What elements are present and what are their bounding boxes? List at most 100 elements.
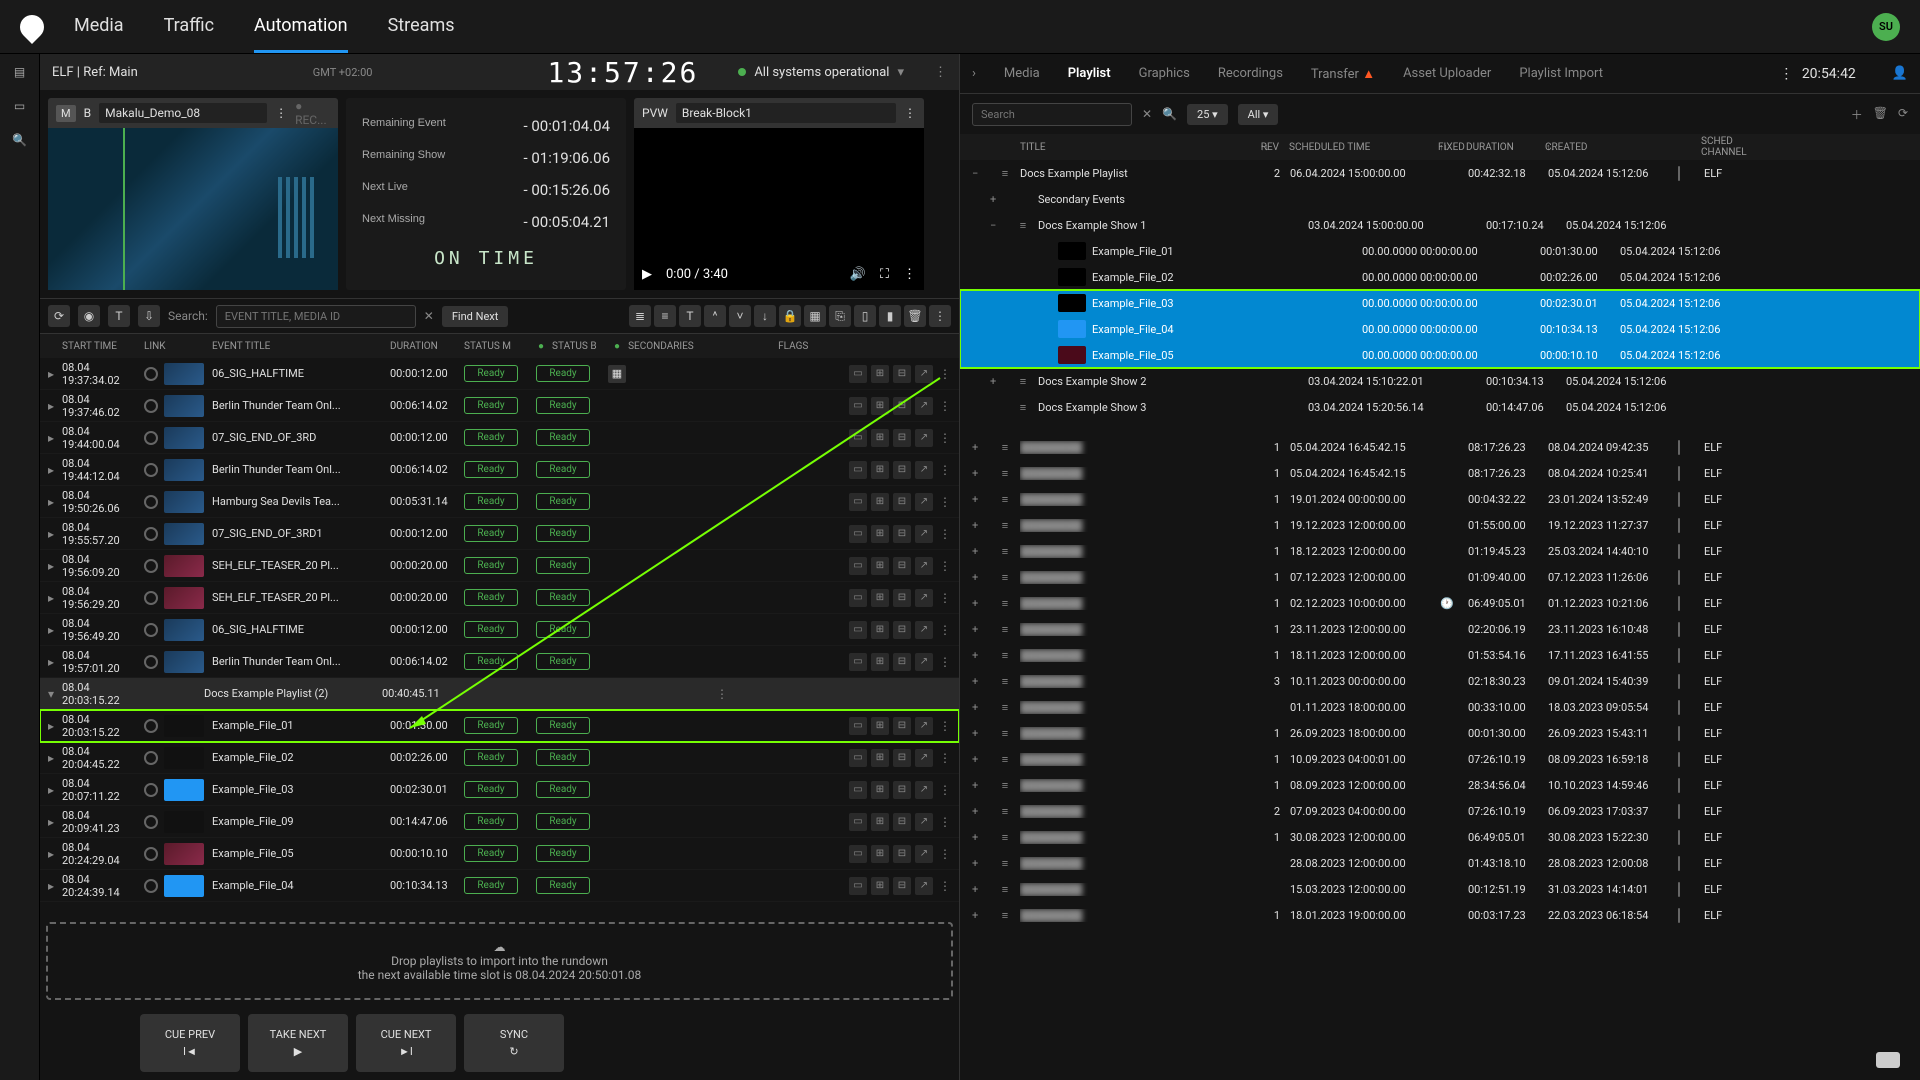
playlist-row[interactable]: ≡Docs Example Show 303.04.2024 15:20:56.… (960, 394, 1920, 420)
expand-icon[interactable]: ▸ (48, 367, 62, 381)
expand-icon[interactable]: + (972, 597, 990, 610)
rundown-row[interactable]: ▸08.04 19:55:57.2007_SIG_END_OF_3RD100:0… (40, 518, 959, 550)
drop-zone[interactable]: ☁ Drop playlists to import into the rund… (46, 922, 953, 1000)
download-icon[interactable]: ⇩ (138, 305, 160, 327)
more-icon[interactable]: ⋮ (939, 399, 951, 413)
expand-icon[interactable]: + (972, 909, 990, 922)
rundown-row[interactable]: ▸08.04 20:24:39.14Example_File_0400:10:3… (40, 870, 959, 902)
right-tab-transfer[interactable]: Transfer ▲ (1311, 66, 1375, 82)
playlist-row[interactable]: +≡████████118.11.2023 12:00:00.0001:53:5… (960, 642, 1920, 668)
playlist-row[interactable]: Example_File_0400.00.0000 00:00:00.0000:… (960, 316, 1920, 342)
flag-icon[interactable]: ▭ (849, 845, 867, 863)
playlist-row[interactable]: +≡████████123.11.2023 12:00:00.0002:20:0… (960, 616, 1920, 642)
row-action-icon[interactable]: ⊟ (893, 461, 911, 479)
row-action-icon[interactable]: ⊟ (893, 877, 911, 895)
expand-icon[interactable]: + (990, 375, 1008, 388)
checkbox[interactable] (1678, 570, 1680, 585)
more-icon[interactable]: ⋮ (939, 463, 951, 477)
rundown-row[interactable]: ▸08.04 19:56:09.20SEH_ELF_TEASER_20 Pl..… (40, 550, 959, 582)
playlist-row[interactable]: +≡████████119.01.2024 00:00:00.0000:04:3… (960, 486, 1920, 512)
row-action-icon[interactable]: ⊞ (871, 877, 889, 895)
text-icon[interactable]: T (108, 305, 130, 327)
row-action-icon[interactable]: ↗ (915, 877, 933, 895)
cue-prev-button[interactable]: CUE PREVI◄ (140, 1014, 240, 1072)
rundown-row[interactable]: ▸08.04 20:09:41.23Example_File_0900:14:4… (40, 806, 959, 838)
tb-icon[interactable]: ↓ (754, 305, 776, 327)
more-icon[interactable]: ⋮ (939, 431, 951, 445)
expand-icon[interactable]: + (972, 545, 990, 558)
row-action-icon[interactable]: ↗ (915, 749, 933, 767)
expand-icon[interactable]: ▸ (48, 655, 62, 669)
nav-tab-automation[interactable]: Automation (254, 1, 348, 53)
right-tab-asset-uploader[interactable]: Asset Uploader (1403, 66, 1491, 82)
playlist-row[interactable]: −≡Docs Example Show 103.04.2024 15:00:00… (960, 212, 1920, 238)
row-action-icon[interactable]: ↗ (915, 429, 933, 447)
nav-tab-streams[interactable]: Streams (388, 1, 455, 53)
playlist-row[interactable]: Example_File_0500.00.0000 00:00:00.0000:… (960, 342, 1920, 368)
tb-icon[interactable]: ▯ (854, 305, 876, 327)
tb-icon[interactable]: ▮ (879, 305, 901, 327)
row-action-icon[interactable]: ↗ (915, 813, 933, 831)
rundown-row[interactable]: ▸08.04 19:56:29.20SEH_ELF_TEASER_20 Pl..… (40, 582, 959, 614)
checkbox[interactable] (1678, 856, 1680, 871)
expand-icon[interactable]: + (972, 857, 990, 870)
checkbox[interactable] (1678, 882, 1680, 897)
more-icon[interactable]: ⋮ (939, 367, 951, 381)
flag-icon[interactable]: ▭ (849, 717, 867, 735)
expand-icon[interactable]: ▸ (48, 751, 62, 765)
checkbox[interactable] (1678, 440, 1680, 455)
expand-icon[interactable]: ▸ (48, 495, 62, 509)
row-action-icon[interactable]: ↗ (915, 461, 933, 479)
expand-icon[interactable]: ▸ (48, 559, 62, 573)
program-name-input[interactable] (99, 103, 267, 123)
more-icon[interactable]: ⋮ (939, 751, 951, 765)
row-action-icon[interactable]: ⊞ (871, 493, 889, 511)
expand-icon[interactable]: + (990, 193, 1008, 206)
tb-icon[interactable]: ⎘ (829, 305, 851, 327)
secondary-icon[interactable]: ▦ (608, 365, 626, 383)
checkbox[interactable] (1678, 752, 1680, 767)
expand-icon[interactable]: + (972, 519, 990, 532)
expand-icon[interactable]: ▸ (48, 591, 62, 605)
more-icon[interactable]: ⋮ (939, 719, 951, 733)
rundown-row[interactable]: ▸08.04 19:37:46.02Berlin Thunder Team On… (40, 390, 959, 422)
playlist-row[interactable]: +≡████████110.09.2023 04:00:01.0007:26:1… (960, 746, 1920, 772)
more-icon[interactable]: ⋮ (929, 305, 951, 327)
tb-icon[interactable]: ▦ (804, 305, 826, 327)
row-action-icon[interactable]: ⊞ (871, 717, 889, 735)
more-icon[interactable]: ⋮ (716, 687, 728, 701)
checkbox[interactable] (1678, 830, 1680, 845)
row-action-icon[interactable]: ⊞ (871, 653, 889, 671)
row-action-icon[interactable]: ⊞ (871, 845, 889, 863)
row-action-icon[interactable]: ⊞ (871, 781, 889, 799)
expand-icon[interactable]: + (972, 571, 990, 584)
rundown-row[interactable]: ▸08.04 19:44:00.0407_SIG_END_OF_3RD00:00… (40, 422, 959, 454)
more-icon[interactable]: ⋮ (939, 559, 951, 573)
expand-icon[interactable]: + (972, 883, 990, 896)
row-action-icon[interactable]: ↗ (915, 845, 933, 863)
expand-icon[interactable]: + (972, 701, 990, 714)
row-action-icon[interactable]: ⊟ (893, 749, 911, 767)
chevron-right-icon[interactable]: › (972, 66, 976, 81)
checkbox[interactable] (1678, 674, 1680, 689)
flag-icon[interactable]: ▭ (849, 653, 867, 671)
row-action-icon[interactable]: ⊟ (893, 813, 911, 831)
checkbox[interactable] (1678, 778, 1680, 793)
flag-icon[interactable]: ▭ (849, 621, 867, 639)
row-action-icon[interactable]: ⊟ (893, 493, 911, 511)
playlist-row[interactable]: Example_File_0300.00.0000 00:00:00.0000:… (960, 290, 1920, 316)
playlist-row[interactable]: +≡████████15.03.2023 12:00:00.0000:12:51… (960, 876, 1920, 902)
row-action-icon[interactable]: ⊟ (893, 621, 911, 639)
playlist-row[interactable]: +Secondary Events (960, 186, 1920, 212)
tb-lock-icon[interactable]: 🔒 (779, 305, 801, 327)
expand-icon[interactable]: + (972, 831, 990, 844)
playlist-row[interactable]: +≡████████207.09.2023 04:00:00.0007:26:1… (960, 798, 1920, 824)
tb-icon[interactable]: T (679, 305, 701, 327)
checkbox[interactable] (1678, 466, 1680, 481)
row-action-icon[interactable]: ↗ (915, 621, 933, 639)
rundown-row[interactable]: ▸08.04 19:50:26.06Hamburg Sea Devils Tea… (40, 486, 959, 518)
row-action-icon[interactable]: ⊟ (893, 525, 911, 543)
expand-icon[interactable]: + (972, 467, 990, 480)
expand-icon[interactable]: ▸ (48, 431, 62, 445)
playlist-row[interactable]: +≡████████118.01.2023 19:00:00.0000:03:1… (960, 902, 1920, 928)
